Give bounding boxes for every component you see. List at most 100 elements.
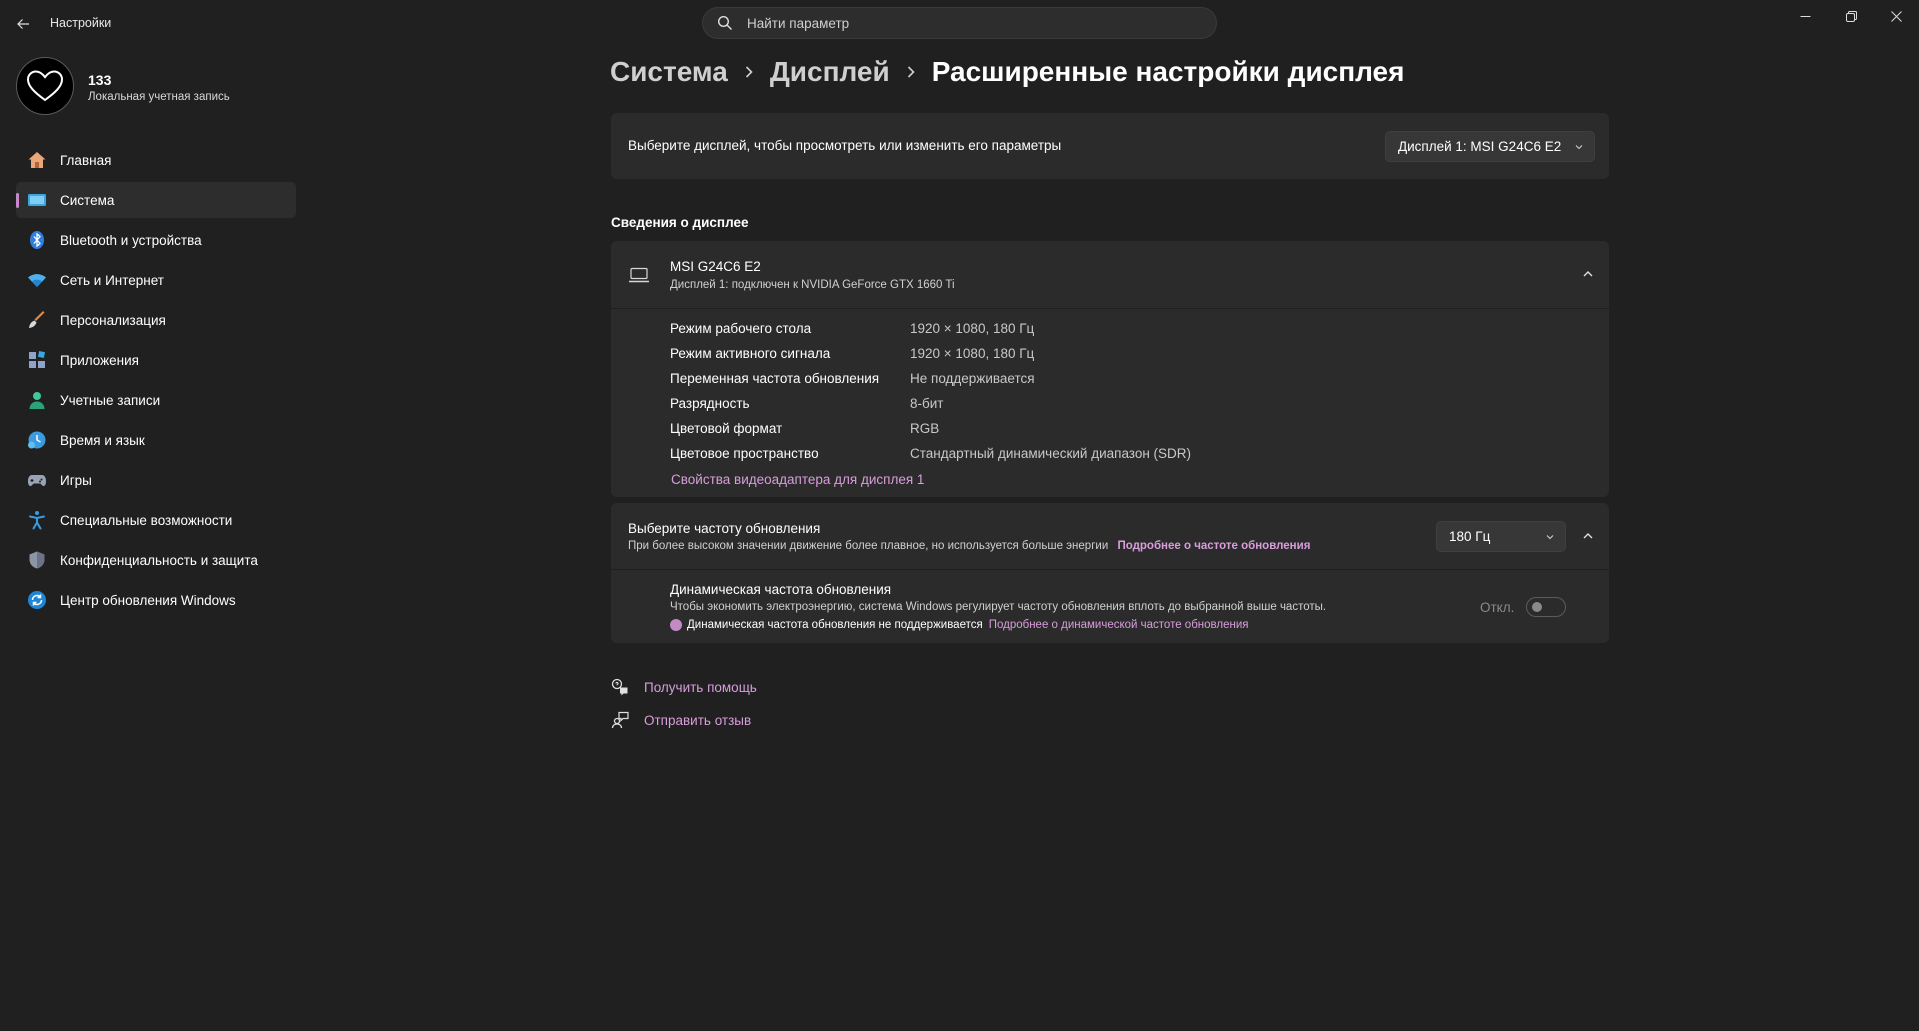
sidebar-item-label: Сеть и Интернет — [60, 272, 164, 288]
restore-icon — [1845, 10, 1857, 22]
property-key: Цветовое пространство — [670, 446, 819, 461]
dynamic-refresh-toggle[interactable] — [1526, 597, 1566, 617]
laptop-icon — [628, 267, 650, 288]
avatar[interactable] — [16, 57, 74, 115]
feedback-icon — [611, 711, 629, 729]
dynamic-refresh-subtitle: Чтобы экономить электроэнергию, система … — [670, 601, 1327, 613]
display-select-label: Выберите дисплей, чтобы просмотреть или … — [628, 138, 1062, 153]
property-key: Цветовой формат — [670, 421, 783, 436]
bluetooth-icon — [26, 229, 48, 251]
home-icon — [26, 149, 48, 171]
search-icon — [717, 15, 733, 31]
restore-button[interactable] — [1828, 0, 1874, 32]
chevron-down-icon — [1546, 534, 1554, 539]
get-help-link[interactable]: Получить помощь — [611, 678, 757, 696]
property-value: 1920 × 1080, 180 Гц — [910, 321, 1035, 336]
display-info-body: Режим рабочего стола 1920 × 1080, 180 Гц… — [611, 309, 1609, 497]
close-button[interactable] — [1873, 0, 1919, 32]
get-help-label: Получить помощь — [644, 679, 757, 695]
sidebar-item-apps[interactable]: Приложения — [16, 342, 296, 378]
section-title-display-info: Сведения о дисплее — [611, 215, 749, 230]
breadcrumb-display[interactable]: Дисплей — [770, 56, 890, 88]
refresh-rate-subtitle: При более высоком значении движение боле… — [628, 540, 1310, 552]
search-input[interactable] — [745, 14, 1189, 32]
sidebar-item-accounts[interactable]: Учетные записи — [16, 382, 296, 418]
sidebar-item-label: Время и язык — [60, 432, 145, 448]
refresh-rate-description: При более высоком значении движение боле… — [628, 540, 1109, 552]
breadcrumb: Система Дисплей Расширенные настройки ди… — [610, 56, 1404, 88]
refresh-rate-title: Выберите частоту обновления — [628, 521, 821, 536]
property-key: Режим рабочего стола — [670, 321, 812, 336]
monitor-name: MSI G24C6 E2 — [670, 259, 761, 274]
refresh-rate-learn-more-link[interactable]: Подробнее о частоте обновления — [1117, 540, 1310, 552]
sidebar-item-home[interactable]: Главная — [16, 142, 296, 178]
send-feedback-label: Отправить отзыв — [644, 712, 752, 728]
apps-icon — [26, 349, 48, 371]
close-icon — [1890, 10, 1902, 22]
sidebar-item-gaming[interactable]: Игры — [16, 462, 296, 498]
person-icon — [26, 389, 48, 411]
refresh-rate-value: 180 Гц — [1449, 529, 1491, 544]
dynamic-refresh-rate-card: Динамическая частота обновления Чтобы эк… — [611, 570, 1609, 643]
dynamic-refresh-learn-more-link[interactable]: Подробнее о динамической частоте обновле… — [989, 619, 1249, 631]
sidebar-item-label: Центр обновления Windows — [60, 592, 236, 608]
sidebar-item-personalization[interactable]: Персонализация — [16, 302, 296, 338]
toggle-state-label: Откл. — [1480, 600, 1515, 615]
adapter-properties-link[interactable]: Свойства видеоадаптера для дисплея 1 — [671, 472, 924, 487]
breadcrumb-system[interactable]: Система — [610, 56, 728, 88]
sidebar-item-label: Персонализация — [60, 312, 166, 328]
back-button[interactable] — [10, 12, 36, 36]
minimize-icon — [1800, 15, 1810, 17]
property-key: Разрядность — [670, 396, 750, 411]
sidebar-item-system[interactable]: Система — [16, 182, 296, 218]
app-title: Настройки — [50, 16, 112, 30]
sidebar-item-label: Конфиденциальность и защита — [60, 552, 258, 568]
dynamic-refresh-warning: Динамическая частота обновления не подде… — [670, 619, 1248, 631]
sidebar-nav: Главная Система Bluetooth и устройства С… — [16, 142, 296, 622]
refresh-rate-header: Выберите частоту обновления При более вы… — [611, 503, 1609, 569]
heart-icon — [26, 70, 64, 102]
refresh-rate-dropdown[interactable]: 180 Гц — [1436, 521, 1566, 552]
property-key: Режим активного сигнала — [670, 346, 831, 361]
sidebar-item-bluetooth[interactable]: Bluetooth и устройства — [16, 222, 296, 258]
dynamic-refresh-warning-text: Динамическая частота обновления не подде… — [687, 619, 983, 631]
chevron-down-icon — [1575, 144, 1583, 149]
search-box[interactable] — [702, 7, 1217, 39]
gamepad-icon — [26, 469, 48, 491]
sidebar-item-windows-update[interactable]: Центр обновления Windows — [16, 582, 296, 618]
chevron-right-icon — [744, 65, 754, 79]
dynamic-refresh-title: Динамическая частота обновления — [670, 582, 892, 597]
sidebar-item-accessibility[interactable]: Специальные возможности — [16, 502, 296, 538]
update-icon — [26, 589, 48, 611]
info-icon — [670, 619, 682, 631]
property-key: Переменная частота обновления — [670, 371, 880, 386]
account-type: Локальная учетная запись — [88, 91, 230, 103]
back-arrow-icon — [17, 19, 29, 29]
send-feedback-link[interactable]: Отправить отзыв — [611, 711, 751, 729]
system-icon — [26, 189, 48, 211]
sidebar-item-time-language[interactable]: Время и язык — [16, 422, 296, 458]
sidebar-item-privacy[interactable]: Конфиденциальность и защита — [16, 542, 296, 578]
collapse-button[interactable] — [1574, 522, 1602, 550]
display-info-header[interactable]: MSI G24C6 E2 Дисплей 1: подключен к NVID… — [611, 241, 1609, 308]
property-value: RGB — [910, 421, 940, 436]
sidebar-item-label: Система — [60, 192, 115, 208]
sidebar-item-label: Bluetooth и устройства — [60, 232, 202, 248]
chevron-right-icon — [906, 65, 916, 79]
property-value: Стандартный динамический диапазон (SDR) — [910, 446, 1192, 461]
clock-globe-icon — [26, 429, 48, 451]
monitor-connection: Дисплей 1: подключен к NVIDIA GeForce GT… — [670, 279, 955, 291]
page-title: Расширенные настройки дисплея — [931, 56, 1405, 87]
minimize-button[interactable] — [1782, 0, 1828, 32]
shield-icon — [26, 549, 48, 571]
display-select-card: Выберите дисплей, чтобы просмотреть или … — [611, 113, 1609, 179]
collapse-button[interactable] — [1574, 260, 1602, 288]
sidebar-item-label: Специальные возможности — [60, 512, 233, 528]
display-dropdown[interactable]: Дисплей 1: MSI G24C6 E2 — [1385, 131, 1595, 162]
property-value: 8-бит — [910, 396, 944, 411]
property-value: Не поддерживается — [910, 371, 1035, 386]
chevron-up-icon — [1583, 533, 1593, 539]
sidebar-item-network[interactable]: Сеть и Интернет — [16, 262, 296, 298]
wifi-icon — [26, 269, 48, 291]
property-value: 1920 × 1080, 180 Гц — [910, 346, 1035, 361]
